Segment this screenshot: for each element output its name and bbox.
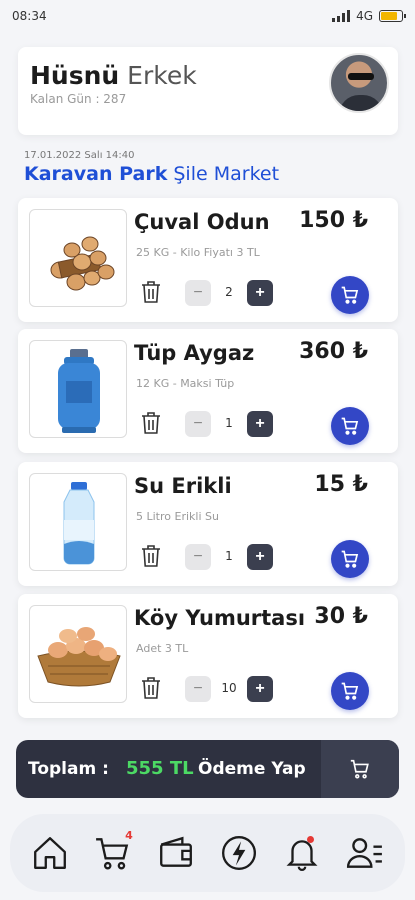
item-price: 360 ₺ (299, 339, 368, 364)
wallet-icon (159, 836, 192, 867)
network-type: 4G (356, 9, 373, 23)
increase-quantity-button[interactable]: + (247, 676, 273, 702)
cart-item: Su Erikli 5 Litro Erikli Su 15 ₺ − 1 + (18, 462, 398, 586)
profile-card: Hüsnü Erkek Kalan Gün : 287 (18, 47, 398, 135)
remaining-days: Kalan Gün : 287 (30, 92, 127, 106)
bell-icon (286, 840, 318, 871)
decrease-quantity-button[interactable]: − (185, 280, 211, 306)
add-to-cart-button[interactable] (331, 672, 369, 710)
item-quantity: 2 (225, 285, 233, 299)
checkout-bar: Toplam : 555 TL Ödeme Yap (16, 740, 399, 798)
add-to-cart-button[interactable] (331, 540, 369, 578)
nav-home[interactable] (28, 831, 72, 875)
signal-icon (332, 10, 351, 22)
order-date: 17.01.2022 Salı 14:40 (24, 150, 135, 161)
cart-item: Tüp Aygaz 12 KG - Maksi Tüp 360 ₺ − 1 + (18, 329, 398, 453)
order-location: Karavan Park Şile Market (24, 163, 279, 185)
total-label: Toplam : (28, 759, 109, 779)
cart-item: Köy Yumurtası Adet 3 TL 30 ₺ − 10 + (18, 594, 398, 718)
profile-last-name: Erkek (127, 61, 197, 90)
cart-icon (350, 759, 369, 779)
user-list-icon (347, 838, 383, 868)
cart-item: Çuval Odun 25 KG - Kilo Fiyatı 3 TL 150 … (18, 198, 398, 322)
trash-icon[interactable] (140, 676, 162, 700)
decrease-quantity-button[interactable]: − (185, 544, 211, 570)
location-market: Şile Market (173, 163, 280, 185)
location-name: Karavan Park (24, 163, 168, 185)
avatar[interactable] (329, 53, 389, 113)
bottom-nav: 4 (10, 814, 405, 892)
item-quantity: 1 (225, 549, 233, 563)
status-bar: 08:34 4G (0, 0, 415, 32)
decrease-quantity-button[interactable]: − (185, 676, 211, 702)
home-icon (33, 837, 66, 869)
add-to-cart-button[interactable] (331, 276, 369, 314)
product-image-gas-cylinder (29, 340, 127, 438)
cart-icon (341, 682, 359, 700)
profile-name: Hüsnü Erkek (30, 61, 197, 90)
increase-quantity-button[interactable]: + (247, 544, 273, 570)
trash-icon[interactable] (140, 411, 162, 435)
checkout-cart-button[interactable] (321, 740, 399, 798)
total-value: 555 TL (126, 758, 194, 779)
cart-icon (341, 417, 359, 435)
lightning-icon (222, 836, 257, 870)
item-quantity: 10 (221, 681, 237, 695)
item-price: 150 ₺ (299, 208, 368, 233)
item-title: Çuval Odun (134, 210, 270, 234)
nav-wallet[interactable] (154, 831, 198, 875)
status-indicators: 4G (332, 9, 406, 23)
item-subtitle: 5 Litro Erikli Su (136, 510, 219, 523)
cart-badge: 4 (125, 829, 133, 842)
item-title: Su Erikli (134, 474, 232, 498)
item-subtitle: 12 KG - Maksi Tüp (136, 377, 235, 390)
trash-icon[interactable] (140, 280, 162, 304)
nav-profile[interactable] (343, 831, 387, 875)
increase-quantity-button[interactable]: + (247, 280, 273, 306)
nav-energy[interactable] (217, 831, 261, 875)
profile-first-name: Hüsnü (30, 61, 120, 90)
trash-icon[interactable] (140, 544, 162, 568)
nav-notifications[interactable] (280, 831, 324, 875)
add-to-cart-button[interactable] (331, 407, 369, 445)
item-quantity: 1 (225, 416, 233, 430)
item-title: Köy Yumurtası (134, 606, 306, 630)
decrease-quantity-button[interactable]: − (185, 411, 211, 437)
item-price: 30 ₺ (314, 604, 368, 629)
product-image-water-bottle (29, 473, 127, 571)
item-subtitle: Adet 3 TL (136, 642, 189, 655)
cart-icon (341, 286, 359, 304)
item-price: 15 ₺ (314, 472, 368, 497)
item-title: Tüp Aygaz (134, 341, 255, 365)
pay-button[interactable]: Ödeme Yap (198, 759, 306, 779)
product-image-firewood (29, 209, 127, 307)
battery-icon (379, 10, 406, 22)
product-image-eggs (29, 605, 127, 703)
nav-cart[interactable]: 4 (91, 829, 135, 875)
cart-icon (341, 550, 359, 568)
status-time: 08:34 (12, 9, 47, 23)
increase-quantity-button[interactable]: + (247, 411, 273, 437)
item-subtitle: 25 KG - Kilo Fiyatı 3 TL (136, 246, 260, 259)
